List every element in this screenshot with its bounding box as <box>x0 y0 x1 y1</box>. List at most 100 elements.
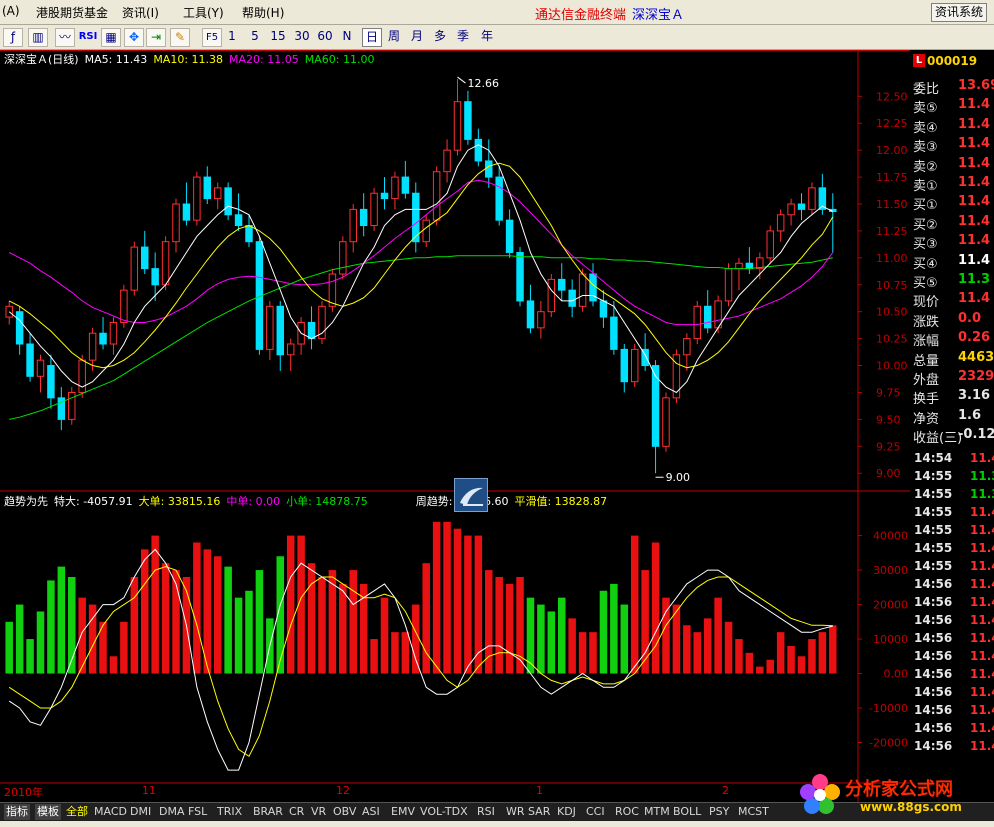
stock-code[interactable]: 000019 <box>927 54 977 68</box>
menu-item-a[interactable]: (A) <box>2 4 20 18</box>
tick-row: 14:56 11.4 <box>912 612 994 630</box>
indicator-tab[interactable]: TRIX <box>217 804 242 820</box>
legend-ma5: MA5: 11.43 <box>84 53 148 66</box>
quote-row: 卖⑤ 11.4 <box>912 96 994 116</box>
candle-body <box>266 305 274 350</box>
tick-row: 14:55 11.4 <box>912 522 994 540</box>
formula-icon[interactable]: ƒ <box>3 28 23 47</box>
volume-flow-bar <box>495 576 503 674</box>
indicator-tab[interactable]: RSI <box>477 804 495 820</box>
candle-body <box>453 101 462 151</box>
indicator-tab[interactable]: MCST <box>738 804 769 820</box>
tick-price: 11.4 <box>970 721 994 735</box>
quote-row: 卖③ 11.4 <box>912 135 994 155</box>
quote-panel: L 000019 委比 13.69 卖⑤ 11.4 卖④ 11.4 卖③ 11.4 卖② 11.4… <box>911 50 994 802</box>
quote-label: 买④ <box>913 256 938 272</box>
period-15min[interactable]: 15 <box>270 28 286 45</box>
tick-time: 14:56 <box>914 685 953 699</box>
line-chart-icon[interactable]: 〰 <box>55 28 75 47</box>
menu-item-help[interactable]: 帮助(H) <box>242 4 284 21</box>
move-icon[interactable]: ✥ <box>124 28 144 47</box>
indicator-tab[interactable]: DMA <box>159 804 185 820</box>
candle-body <box>120 289 128 323</box>
tick-time: 14:56 <box>914 595 953 609</box>
rsi-button[interactable]: RSI <box>78 28 98 45</box>
candle-body <box>505 219 514 253</box>
period-week[interactable]: 周 <box>386 28 402 45</box>
volume-flow-bar <box>370 639 378 674</box>
indicator-tab[interactable]: EMV <box>391 804 415 820</box>
time-label-2: 2 <box>722 784 729 797</box>
indicator-tab[interactable]: MACD <box>94 804 127 820</box>
tick-price: 11.4 <box>970 541 994 555</box>
volume-flow-bar <box>15 604 24 674</box>
extreme-label: 12.66 <box>467 77 499 90</box>
volume-flow-bar <box>557 597 566 674</box>
quote-row: 买④ 11.4 <box>912 252 994 272</box>
volume-flow-bar <box>234 597 243 674</box>
tick-time: 14:55 <box>914 541 953 555</box>
indicator-tab[interactable]: DMI <box>130 804 151 820</box>
candle-body <box>610 316 618 350</box>
candle-body <box>109 321 118 345</box>
price-tick-label: 11.75 <box>876 171 908 184</box>
indicator-tab[interactable]: 全部 <box>66 804 88 820</box>
period-day[interactable]: 日 <box>362 28 382 47</box>
indicator-tab[interactable]: BOLL <box>673 804 701 820</box>
indicator-tab[interactable]: VR <box>311 804 326 820</box>
tick-time: 14:54 <box>914 451 953 465</box>
candle-body <box>703 305 712 329</box>
chart-area[interactable]: 12.50 12.25 12.00 11.75 11.50 11.25 11.00 10.75… <box>0 50 910 802</box>
indicator-tab[interactable]: CCI <box>586 804 605 820</box>
indicator-tab[interactable]: BRAR <box>253 804 283 820</box>
indicator-tab[interactable]: 模板 <box>35 804 61 820</box>
menu-item-tools[interactable]: 工具(Y) <box>183 4 224 21</box>
candle-body <box>474 138 483 162</box>
period-multi[interactable]: 多 <box>432 28 448 45</box>
indicator-tab[interactable]: PSY <box>709 804 729 820</box>
indicator-tab[interactable]: WR <box>506 804 525 820</box>
indicator-tab[interactable]: VOL-TDX <box>420 804 468 820</box>
f5-icon[interactable]: F5 <box>202 28 222 47</box>
extreme-label: 9.00 <box>666 471 691 484</box>
volume-flow-bar <box>464 535 472 674</box>
bar-chart-icon[interactable]: ▦ <box>101 28 121 47</box>
quote-label: 买③ <box>913 237 938 253</box>
volume-flow-bar <box>818 632 827 674</box>
export-icon[interactable]: ⇥ <box>146 28 166 47</box>
candlestick-icon[interactable]: ▥ <box>28 28 48 47</box>
info-system-button[interactable]: 资讯系统 <box>931 3 988 22</box>
volume-flow-bar <box>578 632 587 674</box>
period-month[interactable]: 月 <box>409 28 425 45</box>
pencil-icon[interactable]: ✎ <box>170 28 190 47</box>
period-5min[interactable]: 5 <box>249 28 261 45</box>
tick-price: 11.4 <box>970 685 994 699</box>
period-n[interactable]: N <box>341 28 353 45</box>
indicator-tab[interactable]: ROC <box>615 804 639 820</box>
indicator-tab[interactable]: 指标 <box>4 804 30 820</box>
menu-item-hk-futures[interactable]: 港股期货基金 <box>36 4 108 21</box>
period-season[interactable]: 季 <box>455 28 471 45</box>
extreme-arrow <box>457 76 466 84</box>
quote-label: 卖② <box>913 159 938 175</box>
tick-price: 11.4 <box>970 739 994 753</box>
app-title-text: 通达信金融终端 <box>535 8 627 23</box>
indicator-tick-label: 30000 <box>873 564 908 577</box>
tick-price: 11.4 <box>970 451 994 465</box>
indicator-tab[interactable]: FSL <box>188 804 207 820</box>
indicator-tab[interactable]: SAR <box>528 804 550 820</box>
period-year[interactable]: 年 <box>479 28 495 45</box>
quote-value: 11.4 <box>958 233 991 249</box>
period-1min[interactable]: 1 <box>226 28 238 45</box>
tick-price: 11.4 <box>970 595 994 609</box>
kline-chart-svg[interactable]: 12.50 12.25 12.00 11.75 11.50 11.25 11.00 10.75… <box>0 50 910 802</box>
menu-item-info[interactable]: 资讯(I) <box>122 4 159 21</box>
period-60min[interactable]: 60 <box>317 28 333 45</box>
period-30min[interactable]: 30 <box>294 28 310 45</box>
indicator-tab[interactable]: OBV <box>333 804 356 820</box>
quote-label: 卖④ <box>913 120 938 136</box>
indicator-tab[interactable]: ASI <box>362 804 380 820</box>
indicator-tab[interactable]: KDJ <box>557 804 576 820</box>
indicator-tab[interactable]: MTM <box>644 804 670 820</box>
indicator-tab[interactable]: CR <box>289 804 304 820</box>
